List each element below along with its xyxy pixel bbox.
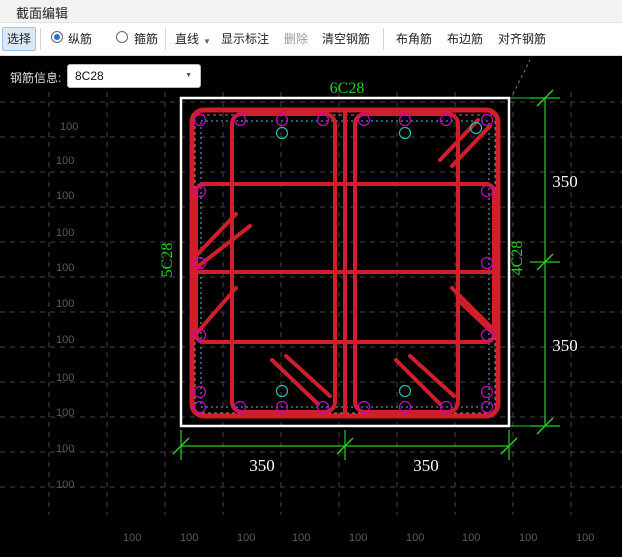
grid-label: 100 — [406, 532, 424, 544]
rebar-marker-alt — [398, 384, 412, 398]
column-section: 6C28 5C28 4C28 — [159, 59, 531, 428]
rebar-marker — [193, 400, 207, 414]
rebar-info-value: 8C28 — [75, 69, 104, 83]
grid-label: 100 — [56, 190, 74, 202]
rebar-marker-alt — [275, 384, 289, 398]
grid-label: 100 — [60, 121, 78, 133]
grid-label: 100 — [180, 532, 198, 544]
grid-label: 100 — [237, 532, 255, 544]
dimension-bottom-left: 350 — [249, 456, 275, 475]
grid-label: 100 — [576, 532, 594, 544]
rebar-marker — [439, 113, 453, 127]
dimension-bottom-right: 350 — [413, 456, 439, 475]
grid-label: 100 — [56, 227, 74, 239]
background-grid: 100 100 100 100 100 100 100 100 100 100 100 100 100 1… — [0, 92, 622, 544]
rebar-marker — [480, 385, 494, 399]
grid-label: 100 — [292, 532, 310, 544]
right-rebar-label: 4C28 — [509, 241, 526, 276]
rebar-marker — [480, 256, 494, 270]
rebar-marker — [480, 113, 494, 127]
rebar-info-label: 钢筋信息: — [10, 71, 62, 85]
rebar-info-select[interactable]: 8C28 ▼ — [67, 64, 201, 88]
grid-label: 100 — [462, 532, 480, 544]
leader-line — [512, 59, 531, 95]
grid-label: 100 — [56, 262, 74, 274]
top-rebar-label: 6C28 — [330, 80, 365, 97]
rebar-marker — [193, 385, 207, 399]
rebar-marker — [480, 184, 494, 198]
rebar-marker — [275, 113, 289, 127]
grid-label: 100 — [56, 155, 74, 167]
stirrup-hook — [456, 298, 496, 336]
grid-label: 100 — [519, 532, 537, 544]
grid-label: 100 — [56, 298, 74, 310]
grid-label: 100 — [56, 372, 74, 384]
grid-label: 100 — [56, 479, 74, 491]
stirrup-hook — [408, 354, 456, 398]
grid-label: 100 — [56, 334, 74, 346]
stirrup-hook — [284, 354, 332, 398]
chevron-down-icon: ▼ — [185, 72, 192, 79]
rebar-marker — [316, 113, 330, 127]
grid-label: 100 — [56, 407, 74, 419]
rebar-marker — [480, 328, 494, 342]
rebar-marker — [398, 113, 412, 127]
dimension-right-upper: 350 — [552, 172, 578, 191]
left-rebar-label: 5C28 — [159, 243, 176, 278]
inner-stirrup-left — [230, 112, 337, 414]
grid-label: 100 — [56, 443, 74, 455]
dimension-right-lower: 350 — [552, 336, 578, 355]
rebar-info-bar: 钢筋信息: 8C28 ▼ — [0, 56, 210, 92]
rebar-marker — [193, 113, 207, 127]
grid-label: 100 — [123, 532, 141, 544]
rebar-marker — [357, 113, 371, 127]
grid-label: 100 — [349, 532, 367, 544]
